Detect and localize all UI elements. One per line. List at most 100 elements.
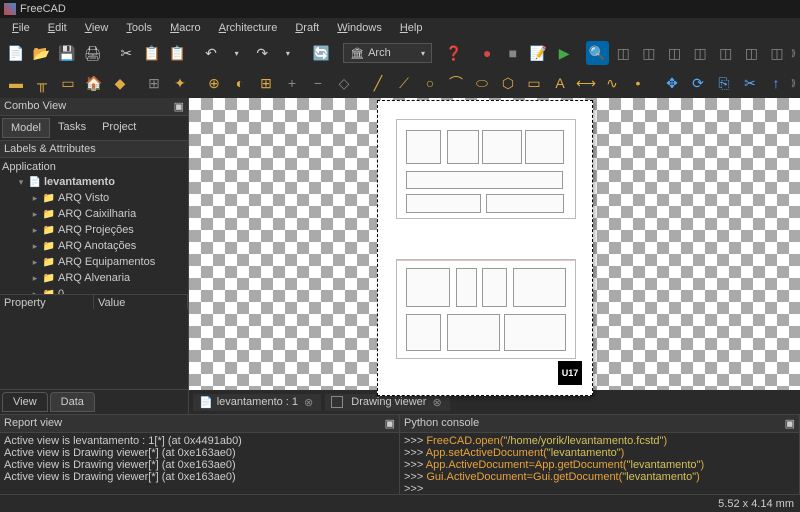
tree-item[interactable]: ▸📁ARQ Caixilharia [2, 206, 186, 222]
record-icon[interactable]: ● [475, 41, 499, 65]
rotate-icon[interactable]: ⟳ [686, 71, 710, 95]
toolbar-more-icon[interactable]: ⟫ [791, 48, 796, 59]
view-front-icon[interactable]: ◫ [637, 41, 661, 65]
toolbar-more-icon[interactable]: ⟫ [791, 78, 796, 89]
menu-file[interactable]: File [4, 20, 38, 36]
app-logo-icon [4, 3, 16, 15]
rectangle-icon[interactable]: ▭ [522, 71, 546, 95]
wall-icon[interactable]: ▬ [4, 71, 28, 95]
menu-macro[interactable]: Macro [162, 20, 209, 36]
workbench-selector[interactable]: 🏛 Arch ▾ [343, 43, 432, 63]
checkbox-icon[interactable] [331, 396, 343, 408]
offset-icon[interactable]: ⎘ [712, 71, 736, 95]
tree-document[interactable]: ▾📄levantamento [2, 174, 186, 190]
axis-icon[interactable]: ✦ [168, 71, 192, 95]
tab-tasks[interactable]: Tasks [50, 118, 94, 138]
python-body[interactable]: >>> FreeCAD.open("/home/yorik/levantamen… [400, 433, 799, 494]
python-title: Python console [404, 417, 479, 430]
minus-icon[interactable]: − [306, 71, 330, 95]
stop-icon[interactable]: ■ [501, 41, 525, 65]
save-icon[interactable]: 💾 [55, 41, 79, 65]
bspline-icon[interactable]: ∿ [600, 71, 624, 95]
move-icon[interactable]: ✥ [660, 71, 684, 95]
building-icon[interactable]: 🏠 [82, 71, 106, 95]
dimension-icon[interactable]: ⟷ [574, 71, 598, 95]
menu-tools[interactable]: Tools [118, 20, 160, 36]
whatsthis-icon[interactable]: ❓ [442, 41, 466, 65]
redo-menu-icon[interactable]: ▾ [276, 41, 300, 65]
page-logo-icon: U17 [558, 361, 582, 385]
section-icon[interactable]: ⊕ [202, 71, 226, 95]
wire-icon[interactable]: ⟋ [392, 71, 416, 95]
structure-icon[interactable]: ╥ [30, 71, 54, 95]
tab-close-icon[interactable]: ⊗ [302, 396, 315, 409]
menu-architecture[interactable]: Architecture [211, 20, 286, 36]
text-icon[interactable]: A [548, 71, 572, 95]
tree-item[interactable]: ▸📁ARQ Visto [2, 190, 186, 206]
copy-icon[interactable]: 📋 [140, 41, 164, 65]
tree-item[interactable]: ▸📁0 [2, 286, 186, 294]
print-icon[interactable]: 🖨 [81, 41, 105, 65]
arc-icon[interactable]: ⌒ [444, 71, 468, 95]
open-icon[interactable]: 📂 [30, 41, 54, 65]
trimex-icon[interactable]: ✂ [738, 71, 762, 95]
menu-view[interactable]: View [77, 20, 117, 36]
panel-controls-icon[interactable]: ▣ [385, 417, 395, 430]
site-icon[interactable]: ◆ [108, 71, 132, 95]
panel-controls-icon[interactable]: ▣ [785, 417, 795, 430]
tree-root[interactable]: Application [2, 160, 186, 174]
tab-project[interactable]: Project [94, 118, 144, 138]
document-tab[interactable]: Drawing viewer ⊗ [325, 394, 449, 411]
model-tree[interactable]: Application ▾📄levantamento ▸📁ARQ Visto ▸… [0, 158, 188, 294]
panel-controls-icon[interactable]: ▣ [174, 100, 184, 113]
upgrade-icon[interactable]: ↑ [764, 71, 788, 95]
folder-icon: 📁 [42, 191, 56, 205]
circle-icon[interactable]: ○ [418, 71, 442, 95]
ellipse-icon[interactable]: ⬭ [470, 71, 494, 95]
view-top-icon[interactable]: ◫ [663, 41, 687, 65]
tree-item[interactable]: ▸📁ARQ Projeções [2, 222, 186, 238]
tab-data[interactable]: Data [50, 392, 95, 412]
view-right-icon[interactable]: ◫ [688, 41, 712, 65]
tree-item[interactable]: ▸📁ARQ Alvenaria [2, 270, 186, 286]
combo-view-panel: Combo View ▣ Model Tasks Project Labels … [0, 98, 189, 414]
view-rear-icon[interactable]: ◫ [714, 41, 738, 65]
floor-icon[interactable]: ▭ [56, 71, 80, 95]
view-iso-icon[interactable]: ◫ [611, 41, 635, 65]
roof-icon[interactable]: ◐ [228, 71, 252, 95]
tab-view[interactable]: View [2, 392, 48, 412]
property-area[interactable] [0, 309, 188, 389]
document-tab[interactable]: 📄 levantamento : 1 ⊗ [193, 394, 321, 411]
tree-item[interactable]: ▸📁ARQ Equipamentos [2, 254, 186, 270]
line-icon[interactable]: ╱ [366, 71, 390, 95]
menu-help[interactable]: Help [392, 20, 431, 36]
tab-close-icon[interactable]: ⊗ [430, 396, 443, 409]
drawing-canvas[interactable]: U17 [189, 98, 800, 390]
new-icon[interactable]: 📄 [4, 41, 28, 65]
arch-icon: 🏛 [350, 47, 364, 60]
view-bottom-icon[interactable]: ◫ [740, 41, 764, 65]
tree-item[interactable]: ▸📁ARQ Anotações [2, 238, 186, 254]
redo-icon[interactable]: ↷ [250, 41, 274, 65]
add-icon[interactable]: ⊞ [254, 71, 278, 95]
zoom-fit-icon[interactable]: 🔍 [586, 41, 610, 65]
window-icon[interactable]: ⊞ [142, 71, 166, 95]
view-left-icon[interactable]: ◫ [765, 41, 789, 65]
refresh-icon[interactable]: 🔄 [310, 41, 334, 65]
undo-icon[interactable]: ↶ [199, 41, 223, 65]
paste-icon[interactable]: 📋 [166, 41, 190, 65]
report-body[interactable]: Active view is levantamento : 1[*] (at 0… [0, 433, 399, 494]
plus-icon[interactable]: + [280, 71, 304, 95]
menu-windows[interactable]: Windows [329, 20, 390, 36]
point-icon[interactable]: • [626, 71, 650, 95]
cut-icon[interactable]: ✂ [114, 41, 138, 65]
menu-edit[interactable]: Edit [40, 20, 75, 36]
macro-play-icon[interactable]: ▶ [552, 41, 576, 65]
mesh-icon[interactable]: ◇ [332, 71, 356, 95]
polygon-icon[interactable]: ⬡ [496, 71, 520, 95]
macro-edit-icon[interactable]: 📝 [527, 41, 551, 65]
undo-menu-icon[interactable]: ▾ [225, 41, 249, 65]
tab-model[interactable]: Model [2, 118, 50, 138]
viewport: U17 📄 levantamento : 1 ⊗ Drawing viewer … [189, 98, 800, 414]
menu-draft[interactable]: Draft [287, 20, 327, 36]
